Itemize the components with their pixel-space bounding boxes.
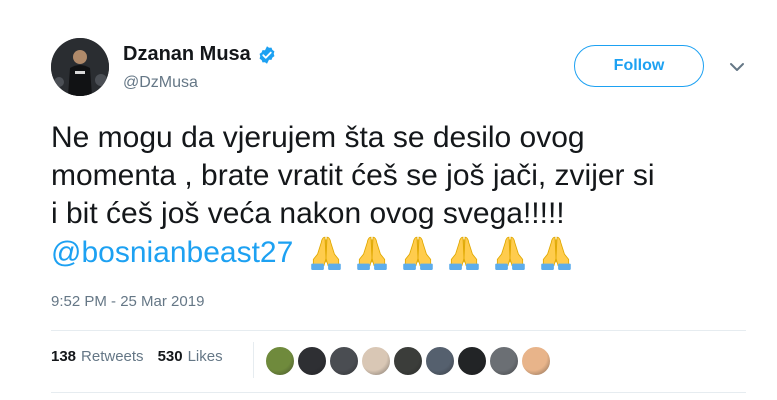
avatar[interactable] [51,38,109,96]
verified-badge-icon [259,45,275,64]
tweet-line: i bit ćeš još veća nakon ovog svega!!!!! [51,197,565,230]
retweets-label[interactable]: Retweets [81,348,144,365]
timestamp[interactable]: 9:52 PM - 25 Mar 2019 [51,293,204,310]
divider [51,330,746,331]
tweet-line: Ne mogu da vjerujem šta se desilo ovog [51,121,585,154]
folded-hands-icon [403,236,434,270]
emoji-row [293,236,575,270]
liker-avatar[interactable] [521,346,551,376]
liker-avatar[interactable] [489,346,519,376]
mention-link[interactable]: @bosnianbeast27 [51,236,293,269]
folded-hands-icon [495,236,526,270]
liker-avatar[interactable] [265,346,295,376]
liker-avatar[interactable] [297,346,327,376]
tweet-line: momenta , brate vratit ćeš se još jači, … [51,159,655,192]
tweet-stats: 138 Retweets 530 Likes [51,348,223,365]
divider [51,392,746,393]
folded-hands-icon [357,236,388,270]
folded-hands-icon [541,236,572,270]
name-row: Dzanan Musa [123,43,277,66]
chevron-down-icon[interactable] [728,58,746,76]
user-handle[interactable]: @DzMusa [123,74,198,92]
liker-avatar[interactable] [361,346,391,376]
liker-avatar[interactable] [457,346,487,376]
mention-line: @bosnianbeast27 [51,233,751,272]
tweet-text: Ne mogu da vjerujem šta se desilo ovog m… [51,119,751,272]
retweets-count[interactable]: 138 [51,348,76,365]
liker-avatar[interactable] [329,346,359,376]
liker-avatar[interactable] [393,346,423,376]
liker-avatar[interactable] [425,346,455,376]
follow-button[interactable]: Follow [574,45,704,87]
liker-avatars [265,346,553,376]
display-name[interactable]: Dzanan Musa [123,43,251,66]
folded-hands-icon [449,236,480,270]
likes-count[interactable]: 530 [158,348,183,365]
folded-hands-icon [311,236,342,270]
likes-label[interactable]: Likes [188,348,223,365]
stats-separator [253,342,254,378]
